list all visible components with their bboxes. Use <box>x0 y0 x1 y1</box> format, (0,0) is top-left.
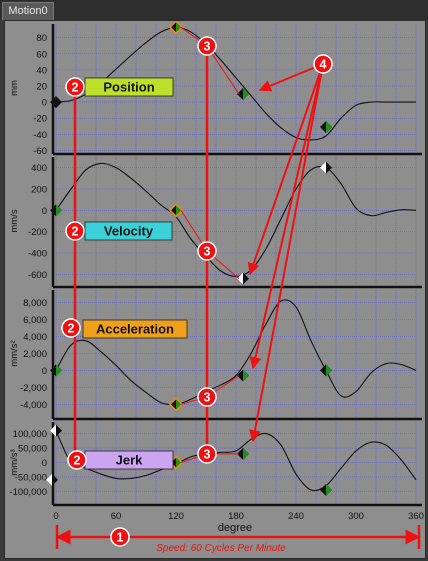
y-tick-label: 40 <box>36 65 47 76</box>
x-axis: 0 60 120 180 240 300 360 degree <box>53 511 424 534</box>
tag-position: Position <box>84 77 174 97</box>
callout-number: 4 <box>320 58 327 72</box>
y-tick-label: 4,000 <box>23 332 47 343</box>
y-tick-label: 0 <box>42 366 47 377</box>
y-tick-label: 6,000 <box>23 315 47 326</box>
y-tick-label: 400 <box>31 163 47 174</box>
x-tick-label: 120 <box>168 511 184 522</box>
speed-caption: Speed: 60 Cycles Per Minute <box>156 543 286 554</box>
callout-number: 2 <box>74 454 81 468</box>
callout-2-position: 2 <box>65 77 85 97</box>
tag-acceleration: Acceleration <box>82 319 188 339</box>
callout-3-0: 3 <box>197 36 217 56</box>
callout-1: 1 <box>110 527 130 547</box>
y-tick-label: 0 <box>42 98 47 109</box>
callout-3-3: 3 <box>197 444 217 464</box>
y-tick-label: 100,000 <box>13 429 47 440</box>
tag-label: Velocity <box>104 224 154 239</box>
callout-number: 1 <box>117 531 124 545</box>
tag-velocity: Velocity <box>84 221 173 241</box>
callout-number: 3 <box>204 391 211 405</box>
callout-number: 2 <box>72 81 79 95</box>
callout-number: 3 <box>204 448 211 462</box>
y-tick-label: -200 <box>28 227 47 238</box>
y-tick-label: -60 <box>33 146 47 157</box>
y-tick-label: -600 <box>28 270 47 281</box>
tab-bar: Motion0 <box>0 0 428 20</box>
tag-jerk: Jerk <box>84 450 174 470</box>
y-tick-label: 80 <box>36 33 47 44</box>
y-tick-label: -400 <box>28 249 47 260</box>
y-tick-label: 8,000 <box>23 298 47 309</box>
callout-number: 2 <box>72 225 79 239</box>
y-tick-label: 60 <box>36 49 47 60</box>
y-axis-unit-label: mm/s³ <box>9 449 20 475</box>
y-tick-label: 50,000 <box>18 444 47 455</box>
y-tick-label: -20 <box>33 114 47 125</box>
callout-3-2: 3 <box>197 387 217 407</box>
x-tick-label: 240 <box>288 511 304 522</box>
y-tick-label: -100,000 <box>9 487 47 498</box>
motion-chart-frame: 80 60 40 20 0 -20 -40 -60 mm 400 200 0 -200 -400 -600 m… <box>4 20 426 559</box>
x-tick-label: 180 <box>228 511 244 522</box>
x-tick-label: 300 <box>348 511 364 522</box>
y-axis-unit-label: mm/s² <box>9 340 20 366</box>
callout-number: 3 <box>204 40 211 54</box>
callout-number: 2 <box>68 322 75 336</box>
tag-label: Position <box>103 80 154 95</box>
y-axis-unit-label: mm <box>9 80 20 96</box>
y-tick-label: 20 <box>36 81 47 92</box>
tab-motion0[interactable]: Motion0 <box>2 2 54 20</box>
callout-2-jerk: 2 <box>67 450 87 470</box>
y-axis-unit-label: mm/s <box>9 209 20 232</box>
y-tick-label: 0 <box>42 458 47 469</box>
x-tick-label: 0 <box>53 511 58 522</box>
y-tick-label: 0 <box>42 206 47 217</box>
y-tick-label: 200 <box>31 185 47 196</box>
callout-number: 3 <box>204 245 211 259</box>
tag-label: Acceleration <box>96 322 174 337</box>
x-tick-label: 60 <box>111 511 122 522</box>
callout-2-velocity: 2 <box>65 221 85 241</box>
y-tick-label: -2,000 <box>20 383 47 394</box>
callout-4: 4 <box>313 54 333 74</box>
x-axis-label: degree <box>218 522 252 534</box>
y-tick-label: -40 <box>33 130 47 141</box>
x-tick-label: 360 <box>408 511 424 522</box>
y-tick-label: 2,000 <box>23 349 47 360</box>
callout-2-acceleration: 2 <box>61 318 81 338</box>
panel-velocity: 400 200 0 -200 -400 -600 mm/s <box>9 157 422 289</box>
y-tick-label: -4,000 <box>20 400 47 411</box>
callout-3-1: 3 <box>197 241 217 261</box>
tag-label: Jerk <box>116 453 144 468</box>
motion-chart: 806040200-20-40-60mm4002000-200-400-600m… <box>9 21 424 554</box>
